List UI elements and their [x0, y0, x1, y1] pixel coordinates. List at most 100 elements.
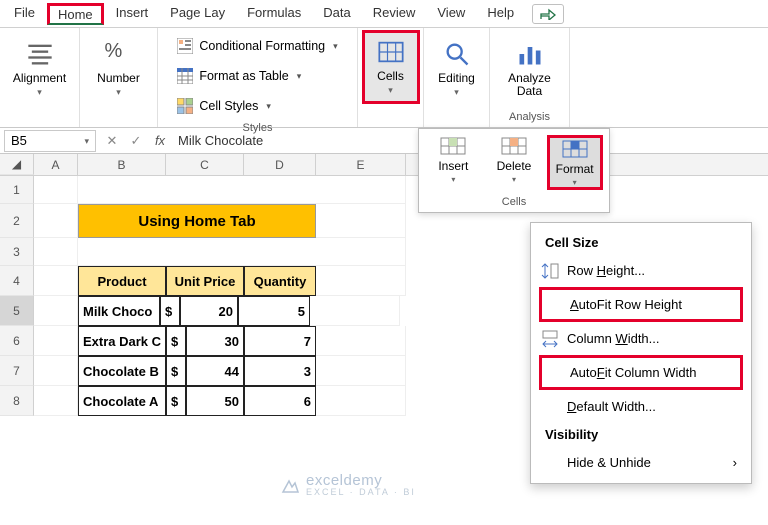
cell[interactable] — [78, 238, 406, 266]
title-cell[interactable]: Using Home Tab — [78, 204, 316, 238]
cell[interactable] — [34, 296, 78, 326]
conditional-formatting-button[interactable]: Conditional Formatting▾ — [173, 32, 341, 60]
tab-file[interactable]: File — [4, 2, 45, 25]
row-head[interactable]: 6 — [0, 326, 34, 356]
cell[interactable] — [34, 266, 78, 296]
editing-icon — [443, 40, 471, 68]
cell[interactable] — [34, 176, 78, 204]
table-cell[interactable]: 20 — [180, 296, 238, 326]
table-cell[interactable]: 50 — [186, 386, 244, 416]
table-cell[interactable]: $ — [166, 356, 186, 386]
row-head[interactable]: 7 — [0, 356, 34, 386]
number-button[interactable]: % Number ▾ — [90, 32, 148, 106]
chevron-down-icon: ▾ — [454, 87, 459, 98]
tab-home[interactable]: Home — [47, 3, 104, 25]
analysis-group-label: Analysis — [509, 111, 550, 123]
conditional-formatting-icon — [177, 38, 193, 54]
row-head[interactable]: 5 — [0, 296, 34, 326]
cell[interactable] — [316, 204, 406, 238]
tab-data[interactable]: Data — [313, 2, 360, 25]
active-cell[interactable]: Milk Choco — [78, 296, 160, 326]
name-box[interactable]: B5 ▾ — [4, 130, 96, 152]
tab-formulas[interactable]: Formulas — [237, 2, 311, 25]
table-cell[interactable]: 7 — [244, 326, 316, 356]
select-all-corner[interactable]: ◢ — [0, 154, 34, 175]
col-head-c[interactable]: C — [166, 154, 244, 175]
row-height-item[interactable]: Row Height... — [531, 256, 751, 285]
menu-section-cell-size: Cell Size — [531, 229, 751, 256]
cells-button[interactable]: Cells ▾ — [362, 30, 420, 104]
cell[interactable] — [316, 386, 406, 416]
cell[interactable] — [310, 296, 400, 326]
cell-styles-button[interactable]: Cell Styles▾ — [173, 92, 341, 120]
row-head[interactable]: 1 — [0, 176, 34, 204]
tab-insert[interactable]: Insert — [106, 2, 159, 25]
row-head[interactable]: 3 — [0, 238, 34, 266]
default-width-item[interactable]: Default Width... — [531, 392, 751, 421]
cells-dropdown-panel: Insert▾ Delete▾ Format▾ Cells — [418, 128, 610, 213]
autofit-column-width-item[interactable]: AutoFit Column Width — [539, 355, 743, 390]
cell[interactable] — [316, 266, 406, 296]
enter-formula-button[interactable]: ✓ — [124, 133, 148, 149]
row-head[interactable]: 8 — [0, 386, 34, 416]
table-cell[interactable]: 44 — [186, 356, 244, 386]
formula-bar: B5 ▾ ✕ ✓ fx Milk Chocolate — [0, 128, 768, 154]
cells-icon — [377, 38, 405, 66]
table-cell[interactable]: 30 — [186, 326, 244, 356]
cell[interactable] — [78, 176, 406, 204]
percent-icon: % — [105, 40, 133, 68]
hide-unhide-item[interactable]: Hide & Unhide › — [531, 448, 751, 477]
autofit-row-height-item[interactable]: AutoFit Row Height — [539, 287, 743, 322]
table-cell[interactable]: $ — [166, 386, 186, 416]
tab-review[interactable]: Review — [363, 2, 426, 25]
col-head-e[interactable]: E — [316, 154, 406, 175]
table-cell[interactable]: Chocolate A — [78, 386, 166, 416]
table-cell[interactable]: 6 — [244, 386, 316, 416]
tab-view[interactable]: View — [427, 2, 475, 25]
row-head[interactable]: 4 — [0, 266, 34, 296]
analyze-label: Analyze Data — [501, 72, 559, 98]
watermark: exceldemy EXCEL · DATA · BI — [280, 472, 416, 497]
ribbon: Alignment ▾ % Number ▾ Conditional Forma… — [0, 28, 768, 128]
menu-section-visibility: Visibility — [531, 421, 751, 448]
header-product[interactable]: Product — [78, 266, 166, 296]
table-cell[interactable]: Chocolate B — [78, 356, 166, 386]
format-cells-button[interactable]: Format▾ — [547, 135, 603, 190]
header-unit-price[interactable]: Unit Price — [166, 266, 244, 296]
cell[interactable] — [34, 238, 78, 266]
col-head-a[interactable]: A — [34, 154, 78, 175]
header-quantity[interactable]: Quantity — [244, 266, 316, 296]
chevron-down-icon: ▾ — [333, 41, 338, 52]
cell[interactable] — [34, 204, 78, 238]
insert-cells-button[interactable]: Insert▾ — [425, 135, 481, 190]
alignment-button[interactable]: Alignment ▾ — [11, 32, 69, 106]
column-width-item[interactable]: Column Width... — [531, 324, 751, 353]
analyze-data-button[interactable]: Analyze Data — [501, 32, 559, 106]
cell[interactable] — [34, 326, 78, 356]
table-icon — [177, 68, 193, 84]
cell[interactable] — [34, 356, 78, 386]
tab-page-layout[interactable]: Page Lay — [160, 2, 235, 25]
table-cell[interactable]: $ — [166, 326, 186, 356]
col-head-d[interactable]: D — [244, 154, 316, 175]
fx-button[interactable]: fx — [148, 133, 172, 148]
chevron-down-icon: ▾ — [37, 87, 42, 98]
chevron-down-icon: ▾ — [116, 87, 121, 98]
cell[interactable] — [34, 386, 78, 416]
table-cell[interactable]: $ — [160, 296, 180, 326]
table-cell[interactable]: 3 — [244, 356, 316, 386]
table-cell[interactable]: 5 — [238, 296, 310, 326]
row-head[interactable]: 2 — [0, 204, 34, 238]
delete-cells-button[interactable]: Delete▾ — [486, 135, 542, 190]
tab-help[interactable]: Help — [477, 2, 524, 25]
table-cell[interactable]: Extra Dark C — [78, 326, 166, 356]
share-button[interactable] — [532, 4, 564, 24]
cell[interactable] — [316, 356, 406, 386]
cell[interactable] — [316, 326, 406, 356]
editing-button[interactable]: Editing ▾ — [428, 32, 486, 106]
chevron-down-icon: ▾ — [451, 175, 455, 184]
format-menu: Cell Size Row Height... AutoFit Row Heig… — [530, 222, 752, 484]
format-as-table-button[interactable]: Format as Table▾ — [173, 62, 341, 90]
cancel-formula-button[interactable]: ✕ — [100, 133, 124, 149]
col-head-b[interactable]: B — [78, 154, 166, 175]
